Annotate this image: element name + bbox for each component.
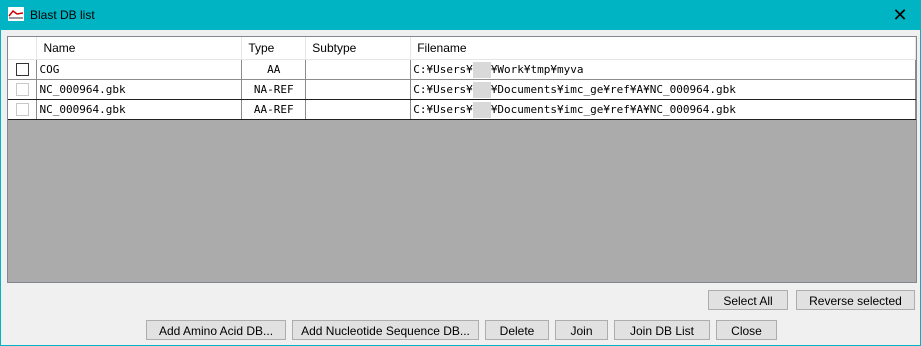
cell-type: AA-REF <box>241 99 307 120</box>
filename-suffix: ¥Work¥tmp¥myva <box>490 62 584 76</box>
row-checkbox-cell[interactable] <box>8 99 38 120</box>
table-header: Name Type Subtype Filename <box>8 37 916 60</box>
db-table: Name Type Subtype Filename COG AA C:¥Use… <box>8 37 916 120</box>
header-filename[interactable]: Filename <box>410 37 916 60</box>
row-checkbox[interactable] <box>15 83 29 97</box>
filename-suffix: ¥Documents¥imc_ge¥ref¥A¥NC_000964.gbk <box>490 82 736 96</box>
delete-button[interactable]: Delete <box>485 320 549 340</box>
redacted-username <box>472 81 491 98</box>
filename-prefix: C:¥Users¥ <box>413 82 473 96</box>
select-all-button[interactable]: Select All <box>708 290 788 310</box>
redacted-username <box>472 61 491 78</box>
window-title: Blast DB list <box>30 8 95 22</box>
cell-name: NC_000964.gbk <box>36 99 243 120</box>
close-icon[interactable]: ✕ <box>889 4 911 26</box>
filename-prefix: C:¥Users¥ <box>413 62 473 76</box>
cell-subtype <box>305 99 412 120</box>
cell-subtype <box>305 59 412 80</box>
db-table-container[interactable]: Name Type Subtype Filename COG AA C:¥Use… <box>7 36 917 283</box>
row-checkbox-cell[interactable] <box>8 59 38 80</box>
dialog-body: Name Type Subtype Filename COG AA C:¥Use… <box>1 30 920 345</box>
reverse-selected-button[interactable]: Reverse selected <box>796 290 915 310</box>
header-subtype[interactable]: Subtype <box>305 37 412 60</box>
row-checkbox[interactable] <box>15 63 29 77</box>
cell-filename: C:¥Users¥ ¥Documents¥imc_ge¥ref¥A¥NC_0009… <box>410 99 916 120</box>
filename-prefix: C:¥Users¥ <box>413 102 473 116</box>
add-amino-acid-db-button[interactable]: Add Amino Acid DB... <box>146 320 286 340</box>
filename-suffix: ¥Documents¥imc_ge¥ref¥A¥NC_000964.gbk <box>490 102 736 116</box>
table-row[interactable]: NC_000964.gbk NA-REF C:¥Users¥ ¥Documents… <box>8 79 916 100</box>
cell-subtype <box>305 79 412 100</box>
table-row[interactable]: NC_000964.gbk AA-REF C:¥Users¥ ¥Documents… <box>8 99 916 120</box>
app-icon <box>8 7 24 21</box>
header-checkbox-column[interactable] <box>8 37 38 60</box>
close-button[interactable]: Close <box>716 320 777 340</box>
cell-name: NC_000964.gbk <box>36 79 243 100</box>
row-checkbox-cell[interactable] <box>8 79 38 100</box>
row-checkbox[interactable] <box>15 103 29 117</box>
join-button[interactable]: Join <box>555 320 608 340</box>
add-nucleotide-db-button[interactable]: Add Nucleotide Sequence DB... <box>292 320 479 340</box>
join-db-list-button[interactable]: Join DB List <box>614 320 710 340</box>
table-row[interactable]: COG AA C:¥Users¥ ¥Work¥tmp¥myva <box>8 59 916 80</box>
cell-name: COG <box>36 59 243 80</box>
title-bar: Blast DB list ✕ <box>0 0 921 30</box>
cell-type: NA-REF <box>241 79 307 100</box>
redacted-username <box>472 101 491 118</box>
cell-filename: C:¥Users¥ ¥Documents¥imc_ge¥ref¥A¥NC_0009… <box>410 79 916 100</box>
blast-db-list-window: Blast DB list ✕ Name Type Subtype Filena… <box>0 0 921 346</box>
header-name[interactable]: Name <box>36 37 243 60</box>
header-type[interactable]: Type <box>241 37 307 60</box>
cell-filename: C:¥Users¥ ¥Work¥tmp¥myva <box>410 59 916 80</box>
cell-type: AA <box>241 59 307 80</box>
